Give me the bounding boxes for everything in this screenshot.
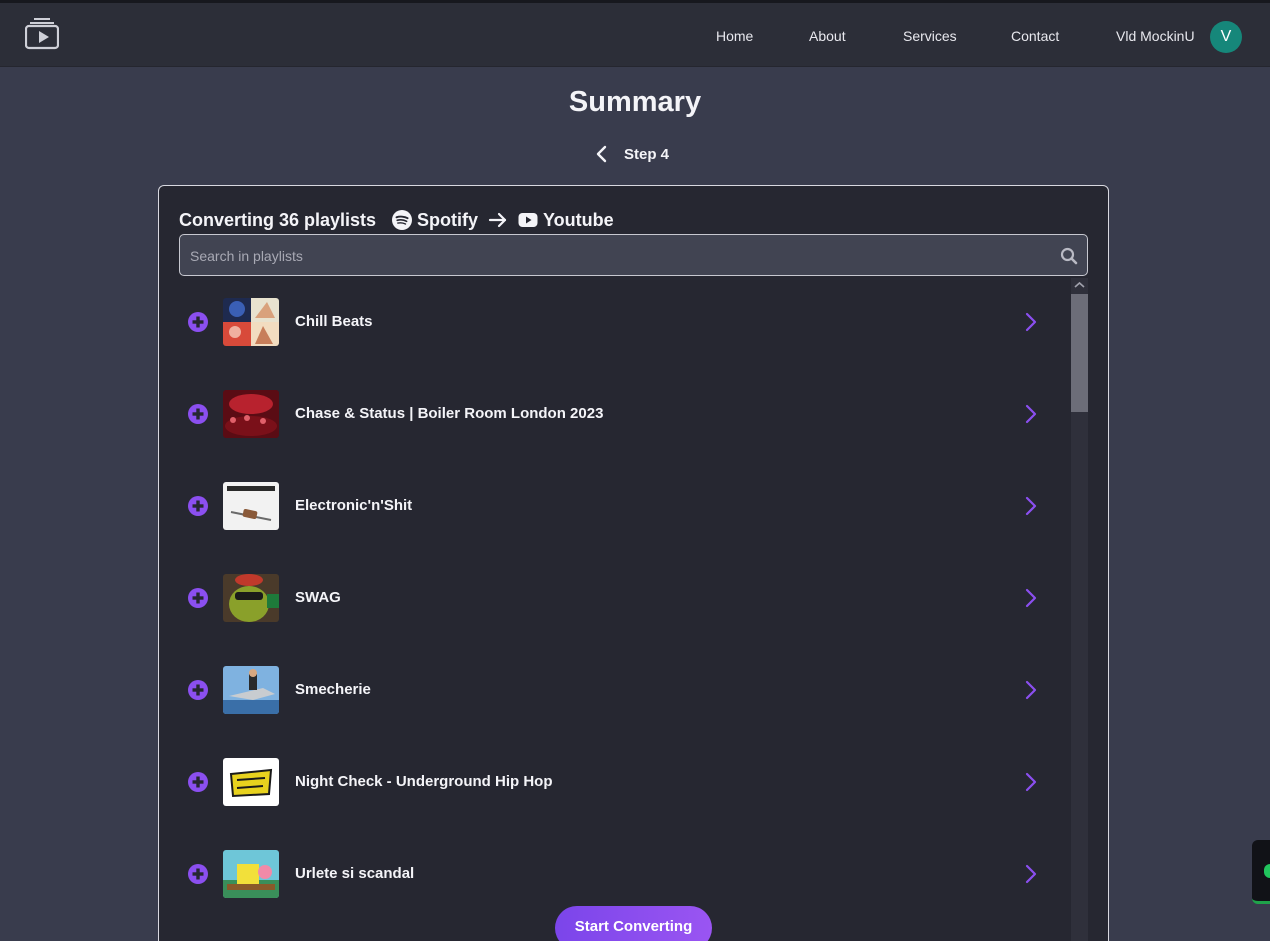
- search-icon[interactable]: [1060, 247, 1078, 265]
- nav-home[interactable]: Home: [716, 28, 753, 44]
- playlist-title: SWAG: [295, 589, 341, 606]
- playlist-title: Urlete si scandal: [295, 865, 415, 882]
- search-box: [179, 234, 1088, 276]
- chevron-right-icon[interactable]: [1021, 863, 1041, 885]
- chevron-right-icon[interactable]: [1021, 495, 1041, 517]
- destination-service: Youtube: [543, 210, 614, 230]
- playlist-cover: [223, 666, 279, 714]
- chevron-right-icon[interactable]: [1021, 403, 1041, 425]
- summary-card: Converting 36 playlists Spotify Youtube: [158, 185, 1109, 941]
- spotify-icon: [392, 210, 412, 230]
- playlist-cover: [223, 390, 279, 438]
- playlist-title: Electronic'n'Shit: [295, 497, 413, 514]
- playlist-list: Chill Beats Chase & Status | Boiler Room…: [179, 278, 1069, 941]
- plus-circle-icon[interactable]: [187, 311, 209, 333]
- playlist-title: Chase & Status | Boiler Room London 2023: [295, 405, 604, 422]
- playlist-row[interactable]: Urlete si scandal: [179, 846, 1069, 902]
- playlist-cover: [223, 482, 279, 530]
- playlist-row[interactable]: Chill Beats: [179, 294, 1069, 350]
- playlist-cover: [223, 850, 279, 898]
- playlist-row[interactable]: SWAG: [179, 570, 1069, 626]
- side-widget-tab[interactable]: [1252, 840, 1270, 904]
- avatar[interactable]: V: [1210, 21, 1242, 53]
- logo-icon[interactable]: [25, 18, 59, 50]
- chevron-left-icon[interactable]: [592, 144, 612, 164]
- scroll-up-arrow-icon[interactable]: [1071, 278, 1088, 292]
- scroll-thumb[interactable]: [1071, 294, 1088, 412]
- search-input[interactable]: [190, 245, 1040, 267]
- playlist-cover: [223, 758, 279, 806]
- chevron-right-icon[interactable]: [1021, 311, 1041, 333]
- nav-contact[interactable]: Contact: [1011, 28, 1059, 44]
- plus-circle-icon[interactable]: [187, 863, 209, 885]
- scrollbar[interactable]: [1071, 278, 1088, 941]
- navbar: Home About Services Contact Vld MockinU …: [0, 3, 1270, 67]
- nav-services[interactable]: Services: [903, 28, 957, 44]
- nav-about[interactable]: About: [809, 28, 846, 44]
- playlist-cover: [223, 574, 279, 622]
- playlist-row[interactable]: Night Check - Underground Hip Hop: [179, 754, 1069, 810]
- chevron-right-icon[interactable]: [1021, 679, 1041, 701]
- plus-circle-icon[interactable]: [187, 587, 209, 609]
- playlist-row[interactable]: Chase & Status | Boiler Room London 2023: [179, 386, 1069, 442]
- plus-circle-icon[interactable]: [187, 679, 209, 701]
- step-label: Step 4: [624, 146, 670, 163]
- arrow-right-icon: [488, 212, 507, 228]
- playlist-title: Chill Beats: [295, 313, 373, 330]
- plus-circle-icon[interactable]: [187, 495, 209, 517]
- conversion-summary: Converting 36 playlists: [179, 210, 377, 230]
- plus-circle-icon[interactable]: [187, 403, 209, 425]
- start-converting-button[interactable]: Start Converting: [555, 906, 712, 941]
- chevron-right-icon[interactable]: [1021, 771, 1041, 793]
- playlist-title: Night Check - Underground Hip Hop: [295, 773, 553, 790]
- playlist-title: Smecherie: [295, 681, 371, 698]
- playlist-row[interactable]: Smecherie: [179, 662, 1069, 718]
- source-service: Spotify: [417, 210, 478, 230]
- page-title: Summary: [568, 86, 702, 118]
- youtube-icon: [518, 213, 538, 227]
- chevron-right-icon[interactable]: [1021, 587, 1041, 609]
- playlist-cover: [223, 298, 279, 346]
- playlist-row[interactable]: Electronic'n'Shit: [179, 478, 1069, 534]
- user-name[interactable]: Vld MockinU: [1116, 28, 1195, 44]
- step-indicator: Step 4: [0, 143, 1270, 165]
- status-dot: [1264, 864, 1270, 878]
- plus-circle-icon[interactable]: [187, 771, 209, 793]
